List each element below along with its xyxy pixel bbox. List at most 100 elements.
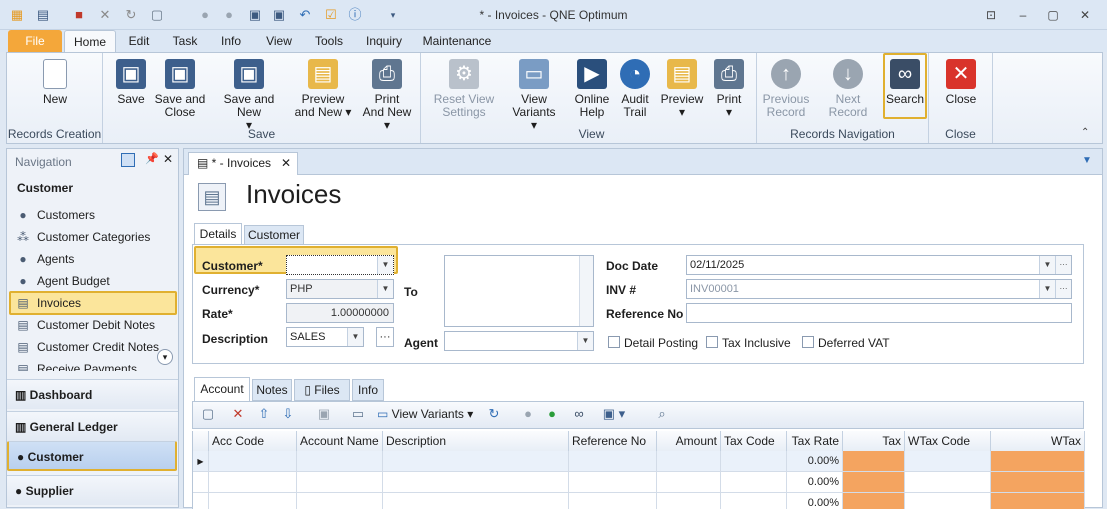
binoculars-icon[interactable]: ∞	[569, 402, 589, 426]
wtax-cell[interactable]	[991, 451, 1085, 472]
tab-home[interactable]: Home	[64, 30, 116, 52]
tab-details[interactable]: Details	[194, 223, 242, 245]
tab-info[interactable]: Info	[352, 379, 384, 401]
column-header-tax-code[interactable]: Tax Code	[721, 431, 787, 451]
account-name-cell[interactable]	[297, 493, 383, 509]
description-cell[interactable]	[383, 493, 569, 509]
nav-group-general-ledger[interactable]: ▥ General Ledger	[7, 411, 178, 441]
currency-field[interactable]: PHP ▼	[286, 279, 394, 299]
close-tab-icon[interactable]: ✕	[281, 153, 291, 174]
tax-code-cell[interactable]	[721, 493, 787, 509]
detail-posting-checkbox[interactable]	[608, 336, 620, 348]
nav-item-customer-categories[interactable]: ⁂ Customer Categories	[15, 227, 180, 247]
table-row[interactable]: ▶ 0.00%	[193, 451, 1085, 472]
column-header-wtax[interactable]: WTax	[991, 431, 1085, 451]
new-button[interactable]: New	[27, 57, 83, 127]
wtax-cell[interactable]	[991, 472, 1085, 493]
tax-code-cell[interactable]	[721, 451, 787, 472]
column-header-tax[interactable]: Tax	[843, 431, 905, 451]
description-cell[interactable]	[383, 472, 569, 493]
description-cell[interactable]	[383, 451, 569, 472]
column-header-account-name[interactable]: Account Name	[297, 431, 383, 451]
reference-no-field[interactable]	[686, 303, 1072, 323]
nav-item-agents[interactable]: ● Agents	[15, 249, 180, 269]
scrollbar[interactable]	[579, 256, 593, 326]
search-button[interactable]: ∞ Search	[883, 53, 927, 119]
dropdown-arrow-icon[interactable]: ▼	[377, 280, 393, 298]
tab-edit[interactable]: Edit	[124, 30, 154, 52]
dropdown-arrow-icon[interactable]: ▼	[347, 328, 363, 346]
close-pane-icon[interactable]: ✕	[163, 152, 173, 166]
table-row[interactable]: 0.00%	[193, 493, 1085, 509]
acc-code-cell[interactable]	[209, 493, 297, 509]
tab-maintenance[interactable]: Maintenance	[420, 30, 494, 52]
document-tab[interactable]: ▤ * - Invoices ✕	[188, 152, 298, 175]
reference-no-cell[interactable]	[569, 493, 657, 509]
tax-rate-cell[interactable]: 0.00%	[787, 472, 843, 493]
save-and-new-button[interactable]: ▣ Save and New ▾	[211, 57, 287, 132]
more-icon[interactable]: ···	[1055, 256, 1071, 274]
wtax-cell[interactable]	[991, 493, 1085, 509]
wtax-code-cell[interactable]	[905, 493, 991, 509]
tab-files[interactable]: ▯ Files	[294, 379, 350, 401]
maximize-button[interactable]: ▢	[1040, 5, 1066, 25]
minimize-button[interactable]: –	[1010, 5, 1036, 25]
column-header-wtax-code[interactable]: WTax Code	[905, 431, 991, 451]
tax-rate-cell[interactable]: 0.00%	[787, 451, 843, 472]
close-button[interactable]: ✕ Close	[941, 57, 981, 127]
column-header-amount[interactable]: Amount	[657, 431, 721, 451]
account-name-cell[interactable]	[297, 472, 383, 493]
pin-icon[interactable]: 📌	[145, 152, 159, 165]
nav-item-receive-payments[interactable]: ▤ Receive Payments	[15, 359, 180, 371]
acc-code-cell[interactable]	[209, 451, 297, 472]
tab-task[interactable]: Task	[166, 30, 204, 52]
column-header-tax-rate[interactable]: Tax Rate	[787, 431, 843, 451]
view-variants-button[interactable]: ▭ View Variants ▾	[499, 57, 569, 132]
tab-view[interactable]: View	[262, 30, 296, 52]
audit-trail-button[interactable]: ◔ Audit Trail	[615, 57, 655, 127]
calendar-dropdown-icon[interactable]: ▼	[1039, 256, 1055, 274]
duplicate-icon[interactable]: ▭	[349, 402, 367, 426]
nav-group-supplier[interactable]: ● Supplier	[7, 475, 178, 505]
find-icon[interactable]: ⌕	[653, 402, 671, 426]
nav-item-invoices[interactable]: ▤ Invoices	[9, 291, 177, 315]
nav-group-customer[interactable]: ● Customer	[7, 441, 177, 471]
customer-field[interactable]: ▼	[286, 255, 394, 275]
nav-item-customer-credit-notes[interactable]: ▤ Customer Credit Notes	[15, 337, 180, 357]
reset-view-settings-button[interactable]: ⚙ Reset View Settings	[431, 57, 497, 127]
account-name-cell[interactable]	[297, 451, 383, 472]
tab-inquiry[interactable]: Inquiry	[362, 30, 406, 52]
agent-field[interactable]: ▼	[444, 331, 594, 351]
rate-field[interactable]: 1.00000000	[286, 303, 394, 323]
tab-notes[interactable]: Notes	[252, 379, 292, 401]
wtax-code-cell[interactable]	[905, 472, 991, 493]
tax-cell[interactable]	[843, 493, 905, 509]
tax-inclusive-checkbox[interactable]	[706, 336, 718, 348]
acc-code-cell[interactable]	[209, 472, 297, 493]
column-header-acc-code[interactable]: Acc Code	[209, 431, 297, 451]
new-row-icon[interactable]: ▢	[199, 402, 217, 426]
tax-cell[interactable]	[843, 472, 905, 493]
column-header-description[interactable]: Description	[383, 431, 569, 451]
restore-layout-icon[interactable]: ⊡	[978, 5, 1004, 25]
refresh-grid-icon[interactable]: ↻	[485, 402, 503, 426]
tab-info[interactable]: Info	[216, 30, 246, 52]
wtax-code-cell[interactable]	[905, 451, 991, 472]
tax-rate-cell[interactable]: 0.00%	[787, 493, 843, 509]
tax-cell[interactable]	[843, 451, 905, 472]
delete-row-icon[interactable]: ✕	[229, 402, 247, 426]
save-layout-icon[interactable]: ▣ ▾	[599, 402, 629, 426]
print-and-new-button[interactable]: ⎙ Print And New ▾	[359, 57, 415, 132]
tab-tools[interactable]: Tools	[310, 30, 348, 52]
more-icon[interactable]: ···	[1055, 280, 1071, 298]
deferred-vat-checkbox[interactable]	[802, 336, 814, 348]
doc-date-field[interactable]: 02/11/2025 ▼ ···	[686, 255, 1072, 275]
close-window-button[interactable]: ✕	[1072, 5, 1098, 25]
move-down-icon[interactable]: ⇩	[279, 402, 297, 426]
column-header-reference-no[interactable]: Reference No	[569, 431, 657, 451]
save-and-close-button[interactable]: ▣ Save and Close	[153, 57, 207, 127]
tab-file[interactable]: File	[8, 30, 62, 52]
dropdown-arrow-icon[interactable]: ▼	[577, 332, 593, 350]
dropdown-arrow-icon[interactable]: ▼	[1039, 280, 1055, 298]
print-button[interactable]: ⎙ Print ▾	[709, 57, 749, 127]
